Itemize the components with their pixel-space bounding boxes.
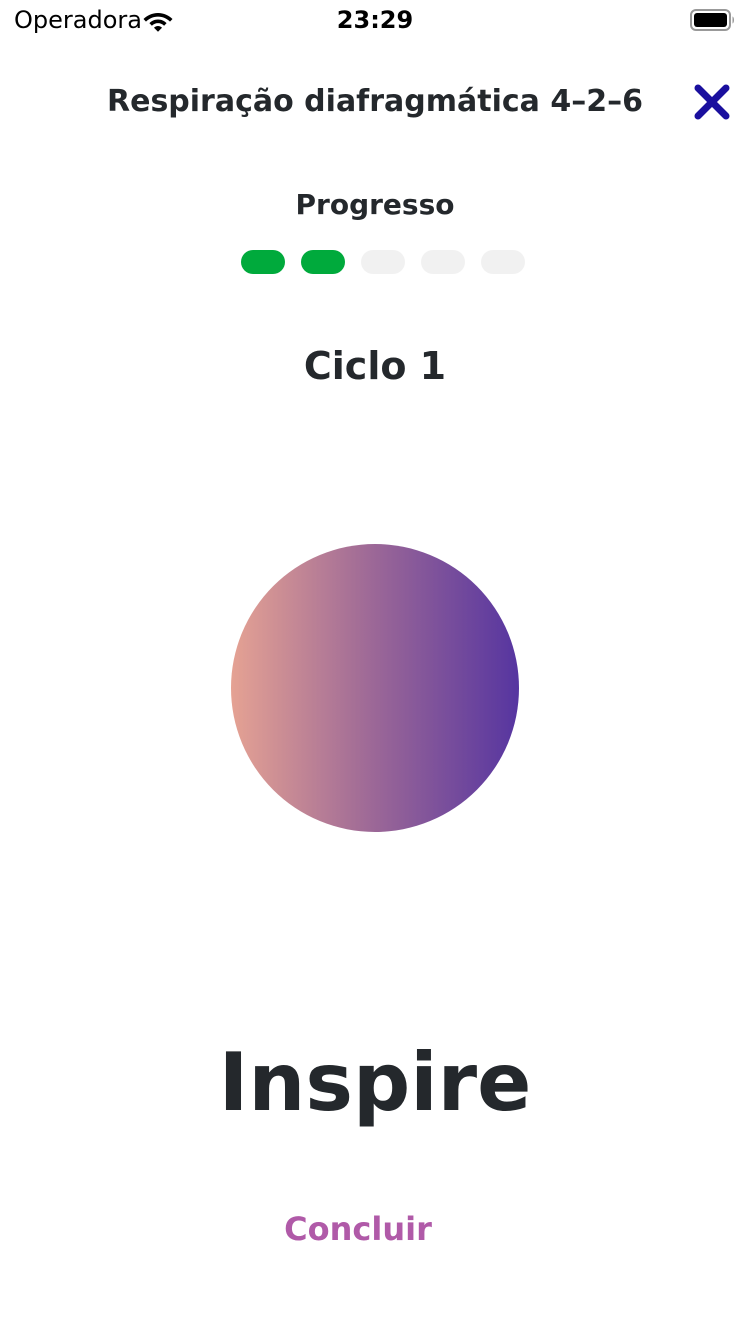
status-time: 23:29 — [336, 6, 414, 34]
progress-step-3 — [361, 250, 405, 274]
breathing-exercise-screen: Operadora 23:29 Respiração diafragmática… — [0, 0, 750, 1334]
progress-step-4 — [421, 250, 465, 274]
close-icon — [694, 84, 730, 120]
battery-full-icon — [690, 9, 734, 31]
exercise-title: Respiração diafragmática 4–2–6 — [107, 84, 643, 119]
progress-step-2 — [301, 250, 345, 274]
progress-indicator — [241, 250, 525, 274]
close-button[interactable] — [690, 80, 734, 124]
finish-button[interactable]: Concluir — [0, 1210, 716, 1248]
status-bar: Operadora 23:29 — [0, 0, 750, 40]
progress-label: Progresso — [295, 188, 455, 221]
breathing-circle — [231, 544, 519, 832]
breathing-instruction: Inspire — [218, 1036, 532, 1129]
cycle-label: Ciclo 1 — [303, 344, 447, 388]
progress-step-1 — [241, 250, 285, 274]
progress-step-5 — [481, 250, 525, 274]
